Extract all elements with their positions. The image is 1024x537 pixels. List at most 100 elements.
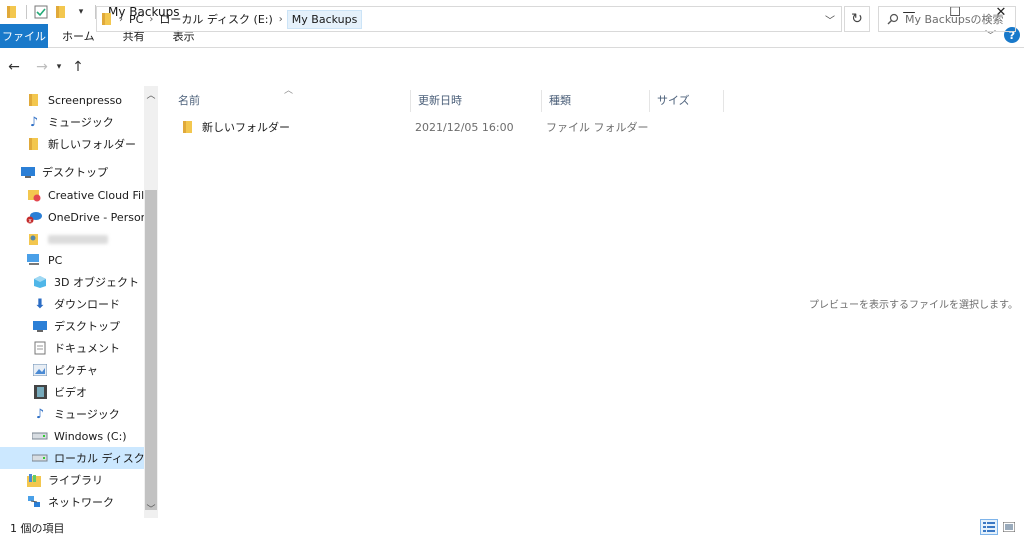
item-count: 1 個の項目 bbox=[10, 521, 65, 535]
video-icon bbox=[32, 384, 48, 400]
column-header-size[interactable]: サイズ bbox=[649, 86, 723, 114]
sidebar-item-creative-cloud-files[interactable]: Creative Cloud Files bbox=[0, 184, 157, 206]
breadcrumb-separator-icon[interactable]: › bbox=[119, 14, 123, 25]
sidebar-item-label: ローカル ディスク (E:) bbox=[54, 452, 158, 465]
breadcrumb-pc[interactable]: PC bbox=[129, 13, 143, 26]
sidebar-item-user[interactable] bbox=[0, 228, 144, 250]
refresh-button[interactable]: ↻ bbox=[844, 6, 870, 32]
search-input[interactable] bbox=[905, 12, 1015, 26]
desktop-icon bbox=[20, 164, 36, 180]
drive-icon bbox=[32, 428, 48, 444]
svg-text:x: x bbox=[28, 217, 32, 224]
sidebar-item-desktop[interactable]: デスクトップ bbox=[0, 315, 144, 337]
column-header-type[interactable]: 種類 bbox=[541, 86, 649, 114]
status-bar: 1 個の項目 bbox=[0, 518, 1024, 537]
up-button[interactable]: ↑ bbox=[68, 55, 88, 79]
nav-scrollbar[interactable]: ︿ ﹀ bbox=[144, 86, 158, 518]
breadcrumb-separator-icon[interactable]: › bbox=[279, 14, 283, 25]
sidebar-item-label: ライブラリ bbox=[48, 474, 103, 487]
3d-objects-icon bbox=[32, 274, 48, 290]
sidebar-item-videos[interactable]: ビデオ bbox=[0, 381, 144, 403]
tab-file[interactable]: ファイル bbox=[0, 23, 48, 48]
sidebar-item-label: ネットワーク bbox=[48, 496, 114, 509]
column-divider[interactable] bbox=[723, 90, 724, 112]
sidebar-item-network[interactable]: ネットワーク bbox=[0, 491, 144, 513]
scroll-thumb[interactable] bbox=[145, 190, 157, 510]
sidebar-item-pc[interactable]: PC bbox=[0, 249, 144, 271]
sidebar-item-music[interactable]: ♪ ミュージック bbox=[0, 403, 144, 425]
scroll-up-icon[interactable]: ︿ bbox=[144, 88, 158, 102]
folder-icon bbox=[101, 12, 113, 26]
sidebar-item-label: ダウンロード bbox=[54, 298, 120, 311]
folder-icon bbox=[26, 136, 42, 152]
column-header-modified[interactable]: 更新日時 bbox=[410, 86, 541, 114]
table-row[interactable]: 新しいフォルダー 2021/12/05 16:00 ファイル フォルダー bbox=[174, 116, 704, 138]
details-view-icon bbox=[983, 522, 995, 532]
sidebar-item-onedrive[interactable]: x OneDrive - Personal bbox=[0, 206, 157, 228]
pc-icon bbox=[26, 252, 42, 268]
sidebar-item-label: Screenpresso bbox=[48, 93, 123, 107]
address-history-chevron-icon[interactable]: ﹀ bbox=[825, 12, 835, 27]
new-folder-icon[interactable] bbox=[53, 4, 69, 20]
breadcrumb-separator-icon[interactable]: › bbox=[149, 14, 153, 25]
desktop-icon bbox=[32, 318, 48, 334]
folder-icon bbox=[4, 4, 20, 20]
sidebar-item-label bbox=[48, 234, 108, 244]
customize-toolbar-chevron-icon[interactable]: ▾ bbox=[73, 4, 89, 20]
arrow-right-icon: → bbox=[36, 59, 48, 75]
libraries-icon bbox=[26, 472, 42, 488]
sidebar-item-label: デスクトップ bbox=[54, 320, 120, 333]
documents-icon bbox=[32, 340, 48, 356]
sidebar-item-label: PC bbox=[48, 253, 63, 267]
sidebar-item-label: ミュージック bbox=[54, 408, 120, 421]
sidebar-item-desktop[interactable]: デスクトップ bbox=[0, 161, 144, 183]
view-toggle bbox=[978, 519, 1018, 535]
file-name: 新しいフォルダー bbox=[202, 121, 290, 134]
sidebar-item-windows-c[interactable]: Windows (C:) bbox=[0, 425, 144, 447]
details-view-button[interactable] bbox=[980, 519, 998, 535]
address-bar[interactable]: › PC › ローカル ディスク (E:) › My Backups ﹀ bbox=[96, 6, 842, 32]
scroll-down-icon[interactable]: ﹀ bbox=[144, 502, 158, 516]
sidebar-item-pictures[interactable]: ピクチャ bbox=[0, 359, 144, 381]
sidebar-item-label: ビデオ bbox=[54, 386, 87, 399]
large-icons-view-icon bbox=[1003, 522, 1015, 532]
sidebar-item-label: ピクチャ bbox=[54, 364, 98, 377]
address-row: ← → ▾ ↑ bbox=[0, 48, 1024, 86]
sidebar-item-label: ドキュメント bbox=[54, 342, 120, 355]
sidebar-item-downloads[interactable]: ⬇ ダウンロード bbox=[0, 293, 144, 315]
pictures-icon bbox=[32, 362, 48, 378]
sidebar-item-label: 3D オブジェクト bbox=[54, 276, 139, 289]
sidebar-item-documents[interactable]: ドキュメント bbox=[0, 337, 144, 359]
column-header-name[interactable]: 名前 bbox=[170, 86, 410, 114]
recent-locations-button[interactable]: ▾ bbox=[52, 55, 66, 79]
sidebar-item-new-folder[interactable]: 新しいフォルダー bbox=[0, 133, 144, 155]
sidebar-item-local-disk-e[interactable]: ローカル ディスク (E:) bbox=[0, 447, 158, 469]
chevron-down-icon: ▾ bbox=[56, 62, 62, 72]
breadcrumb-local-disk[interactable]: ローカル ディスク (E:) bbox=[159, 11, 272, 27]
sidebar-item-3d-objects[interactable]: 3D オブジェクト bbox=[0, 271, 144, 293]
onedrive-icon: x bbox=[26, 209, 42, 225]
sidebar-item-libraries[interactable]: ライブラリ bbox=[0, 469, 144, 491]
sidebar-item-label: 新しいフォルダー bbox=[48, 138, 136, 151]
file-type: ファイル フォルダー bbox=[546, 121, 649, 134]
creative-cloud-folder-icon bbox=[26, 187, 42, 203]
refresh-icon: ↻ bbox=[851, 11, 863, 27]
large-icons-view-button[interactable] bbox=[1000, 519, 1018, 535]
sidebar-item-screenpresso[interactable]: Screenpresso bbox=[0, 89, 144, 111]
navigation-pane: Screenpresso ♪ ミュージック 新しいフォルダー デスクトップ Creativ… bbox=[0, 86, 158, 518]
download-icon: ⬇ bbox=[34, 296, 46, 312]
forward-button[interactable]: → bbox=[32, 55, 52, 79]
search-icon bbox=[887, 13, 899, 25]
sidebar-item-label: Creative Cloud Files bbox=[48, 188, 157, 202]
back-button[interactable]: ← bbox=[4, 55, 24, 79]
network-icon bbox=[26, 494, 42, 510]
folder-icon bbox=[180, 119, 196, 135]
column-headers: ︿ 名前 更新日時 種類 サイズ bbox=[164, 86, 724, 114]
breadcrumb-my-backups[interactable]: My Backups bbox=[286, 9, 363, 29]
properties-icon[interactable] bbox=[33, 4, 49, 20]
arrow-up-icon: ↑ bbox=[72, 59, 84, 75]
sidebar-item-music[interactable]: ♪ ミュージック bbox=[0, 111, 144, 133]
search-box[interactable] bbox=[878, 6, 1016, 32]
file-modified: 2021/12/05 16:00 bbox=[415, 120, 514, 134]
sidebar-item-label: Windows (C:) bbox=[54, 429, 127, 443]
